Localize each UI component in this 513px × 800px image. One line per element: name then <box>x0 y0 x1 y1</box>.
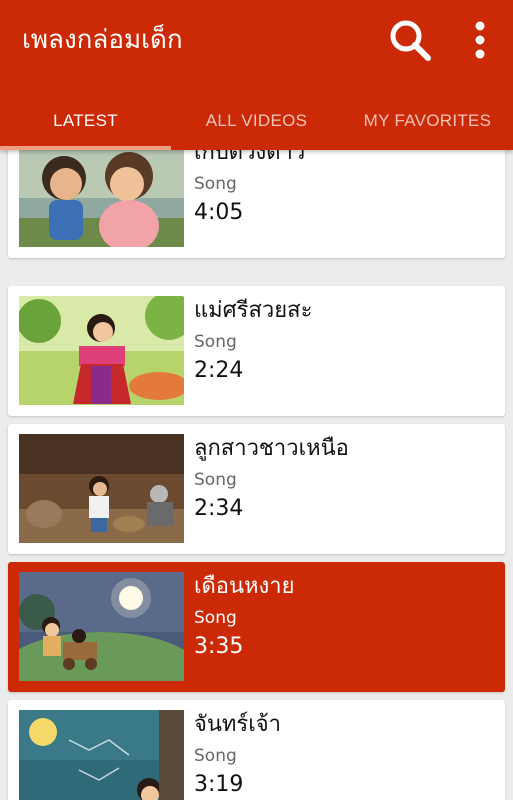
video-duration: 3:35 <box>194 634 244 659</box>
video-duration: 2:34 <box>194 496 244 521</box>
app-bar: เพลงกล่อมเด็ก LATEST ALL VIDEOS MY FAVOR… <box>0 0 513 150</box>
video-duration: 4:05 <box>194 200 244 225</box>
video-card-selected[interactable]: เดือนหงาย Song 3:35 <box>8 562 505 692</box>
tab-all-videos[interactable]: ALL VIDEOS <box>171 92 342 150</box>
video-thumbnail <box>19 572 184 681</box>
video-card[interactable]: ลูกสาวชาวเหนือ Song 2:34 <box>8 424 505 554</box>
video-list: เก็บดวงดาว Song 4:05 แม่ศรีสวยสะ Song 2:… <box>0 150 513 800</box>
tab-my-favorites[interactable]: MY FAVORITES <box>342 92 513 150</box>
video-type: Song <box>194 174 237 194</box>
video-title: แม่ศรีสวยสะ <box>194 298 313 323</box>
video-card[interactable]: เก็บดวงดาว Song 4:05 <box>8 150 505 258</box>
video-thumbnail <box>19 296 184 405</box>
video-card[interactable]: จันทร์เจ้า Song 3:19 <box>8 700 505 800</box>
video-title: เดือนหงาย <box>194 574 295 599</box>
video-type: Song <box>194 746 237 766</box>
more-options-button[interactable] <box>462 14 498 66</box>
app-title: เพลงกล่อมเด็ก <box>22 25 183 55</box>
tab-bar: LATEST ALL VIDEOS MY FAVORITES <box>0 92 513 150</box>
search-icon <box>390 20 431 61</box>
video-thumbnail <box>19 150 184 247</box>
video-type: Song <box>194 332 237 352</box>
video-title: ลูกสาวชาวเหนือ <box>194 436 349 461</box>
video-duration: 3:19 <box>194 772 244 797</box>
search-button[interactable] <box>384 14 436 66</box>
video-card[interactable]: แม่ศรีสวยสะ Song 2:24 <box>8 286 505 416</box>
more-vert-icon <box>475 21 485 59</box>
tab-latest[interactable]: LATEST <box>0 92 171 150</box>
video-type: Song <box>194 470 237 490</box>
video-title: จันทร์เจ้า <box>194 712 282 737</box>
video-thumbnail <box>19 434 184 543</box>
video-thumbnail <box>19 710 184 800</box>
video-type: Song <box>194 608 237 628</box>
video-title: เก็บดวงดาว <box>194 150 306 165</box>
video-duration: 2:24 <box>194 358 244 383</box>
